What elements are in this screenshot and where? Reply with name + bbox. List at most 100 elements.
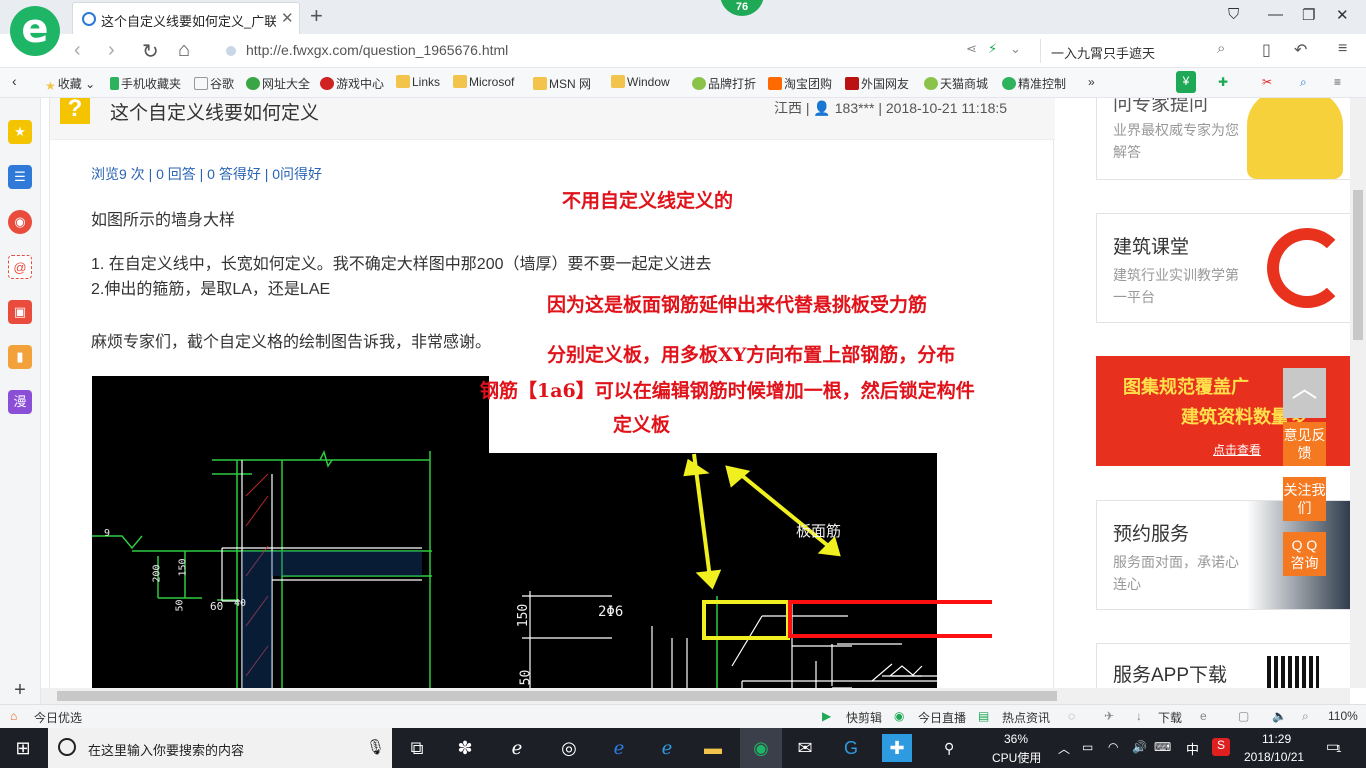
- speaker-icon[interactable]: 🔊: [1132, 740, 1147, 754]
- shirt-icon[interactable]: ⛉: [1228, 6, 1239, 23]
- back-icon[interactable]: ‹: [74, 39, 81, 62]
- speed-icon[interactable]: ◌: [1068, 709, 1075, 723]
- banner-cta[interactable]: 点击查看: [1213, 441, 1261, 458]
- taskbar-search[interactable]: 在这里输入你要搜索的内容 🎙: [48, 728, 392, 768]
- add-sidebar-icon[interactable]: +: [8, 678, 32, 702]
- refresh-icon[interactable]: ↻: [142, 39, 159, 64]
- search-icon[interactable]: ⌕: [1217, 40, 1225, 57]
- new-tab-icon[interactable]: +: [310, 3, 323, 29]
- bookmark-microsoft[interactable]: Microsof: [453, 75, 514, 89]
- bookmark-favorites[interactable]: ★ 收藏 ⌄: [45, 75, 95, 93]
- bookmarks-toggle-icon[interactable]: ‹: [12, 73, 17, 89]
- g-app-icon[interactable]: G: [836, 734, 866, 762]
- daily-picks-label[interactable]: 今日优选: [34, 709, 82, 726]
- ime-indicator[interactable]: 中: [1186, 739, 1199, 758]
- windows-start-icon[interactable]: ⊞: [8, 734, 38, 762]
- back-to-top-button[interactable]: ︿: [1283, 368, 1326, 418]
- bookmark-google[interactable]: 谷歌: [194, 75, 234, 92]
- settings-app-icon[interactable]: ◎: [554, 734, 584, 762]
- sogou-icon[interactable]: S: [1212, 738, 1230, 756]
- bookmark-links[interactable]: Links: [396, 75, 440, 89]
- plus-app-icon[interactable]: ✚: [882, 734, 912, 762]
- bookmark-foreign[interactable]: 外国网友: [845, 75, 909, 92]
- extension-menu-icon[interactable]: ≡: [1334, 75, 1341, 89]
- zoom-level[interactable]: 110%: [1328, 709, 1358, 723]
- wifi-icon[interactable]: ◠: [1108, 740, 1118, 754]
- search-box[interactable]: 一入九霄只手遮天 ⌕: [1040, 39, 1240, 63]
- zoom-icon[interactable]: ⌕: [1302, 709, 1309, 724]
- vertical-scroll-thumb[interactable]: [1353, 190, 1363, 340]
- app-card[interactable]: 服务APP下载: [1096, 643, 1350, 688]
- bookmark-tmall[interactable]: 天猫商城: [924, 75, 988, 92]
- tab-close-icon[interactable]: ✕: [281, 9, 294, 27]
- volume-icon[interactable]: 🔈: [1272, 709, 1287, 723]
- browser-logo[interactable]: e: [10, 6, 60, 56]
- browser-tab[interactable]: 这个自定义线要如何定义_广联达 ✕: [72, 2, 300, 34]
- horizontal-scrollbar[interactable]: [41, 688, 1350, 704]
- status-item[interactable]: 下载: [1158, 709, 1182, 726]
- bookmark-sites[interactable]: 网址大全: [246, 75, 310, 92]
- mail-icon[interactable]: @: [8, 255, 32, 279]
- home-icon[interactable]: ⌂: [178, 39, 190, 62]
- comic-icon[interactable]: 漫: [8, 390, 32, 414]
- people-icon[interactable]: ⚲: [944, 740, 954, 757]
- score-badge[interactable]: 76: [720, 0, 764, 16]
- share-icon[interactable]: ⋖: [966, 41, 977, 57]
- follow-us-button[interactable]: 关注我们: [1283, 477, 1326, 521]
- game-icon[interactable]: ▣: [8, 300, 32, 324]
- more-bookmarks-icon[interactable]: »: [1088, 75, 1095, 89]
- bookmark-taobao[interactable]: 淘宝团购: [768, 75, 832, 92]
- lightning-icon[interactable]: ⚡: [988, 41, 997, 57]
- bookmark-windows[interactable]: Window: [611, 75, 670, 89]
- clock-date[interactable]: 2018/10/21: [1244, 750, 1304, 764]
- course-card[interactable]: 建筑课堂 建筑行业实训教学第一平台: [1096, 213, 1350, 323]
- bookmark-mobile[interactable]: 手机收藏夹: [110, 75, 181, 92]
- menu-icon[interactable]: ≡: [1338, 40, 1347, 58]
- expert-card[interactable]: 问专家提问 业界最权威专家为您解答: [1096, 98, 1350, 180]
- 360-browser-taskbar-icon[interactable]: ◉: [740, 728, 782, 768]
- qq-consult-button[interactable]: Q Q 咨询: [1283, 532, 1326, 576]
- mail-app-icon[interactable]: ✉: [790, 734, 820, 762]
- battery-icon[interactable]: ▭: [1082, 740, 1093, 754]
- phone-icon[interactable]: ▯: [1262, 40, 1271, 60]
- vertical-scrollbar[interactable]: [1350, 98, 1366, 688]
- close-window-icon[interactable]: ✕: [1336, 6, 1349, 24]
- star-icon[interactable]: ★: [8, 120, 32, 144]
- question-stats[interactable]: 浏览9 次 | 0 回答 | 0 答得好 | 0问得好: [91, 164, 322, 184]
- tray-chevron-icon[interactable]: ︿: [1058, 740, 1070, 757]
- bookmark-games[interactable]: 游戏中心: [320, 75, 384, 92]
- weibo-icon[interactable]: ◉: [8, 210, 32, 234]
- horizontal-scroll-thumb[interactable]: [57, 691, 1057, 701]
- restore-icon[interactable]: ❐: [1302, 6, 1315, 24]
- status-item[interactable]: 快剪辑: [846, 709, 882, 726]
- question-user[interactable]: 183***: [835, 100, 875, 116]
- bookmark-msn[interactable]: MSN 网: [533, 75, 591, 92]
- ie-taskbar-icon[interactable]: ℯ: [502, 734, 532, 762]
- microphone-icon[interactable]: 🎙: [366, 738, 385, 756]
- minimize-icon[interactable]: —: [1268, 6, 1283, 23]
- forward-icon[interactable]: ›: [108, 39, 115, 62]
- extension-search-icon[interactable]: ⌕: [1300, 75, 1307, 90]
- bookmark-precise[interactable]: 精准控制: [1002, 75, 1066, 92]
- url-field[interactable]: http://e.fwxgx.com/question_1965676.html…: [220, 39, 1032, 63]
- feedback-button[interactable]: 意见反馈: [1283, 422, 1326, 466]
- edge-icon[interactable]: ℯ: [604, 734, 634, 762]
- task-view-icon[interactable]: ⧉: [402, 734, 432, 762]
- status-item[interactable]: 热点资讯: [1002, 709, 1050, 726]
- ie-icon[interactable]: e: [1200, 709, 1207, 723]
- clock-time[interactable]: 11:29: [1262, 732, 1291, 746]
- book-icon[interactable]: ▮: [8, 345, 32, 369]
- fan-app-icon[interactable]: ✽: [450, 734, 480, 762]
- ie-blue-icon[interactable]: ℯ: [652, 734, 682, 762]
- file-explorer-icon[interactable]: ▬: [698, 734, 728, 762]
- bookmark-brand-discount[interactable]: 品牌打折: [692, 75, 756, 92]
- window-icon[interactable]: ▢: [1238, 709, 1249, 723]
- extension-money-icon[interactable]: ¥: [1176, 71, 1196, 93]
- undo-icon[interactable]: ↶: [1294, 40, 1307, 60]
- scissors-icon[interactable]: ✂: [1262, 75, 1272, 89]
- keyboard-icon[interactable]: ⌨: [1154, 740, 1171, 754]
- pin-icon[interactable]: ✈: [1104, 709, 1114, 723]
- extension-plus-icon[interactable]: ✚: [1218, 75, 1228, 89]
- news-icon[interactable]: ☰: [8, 165, 32, 189]
- dropdown-icon[interactable]: ⌄: [1010, 41, 1021, 57]
